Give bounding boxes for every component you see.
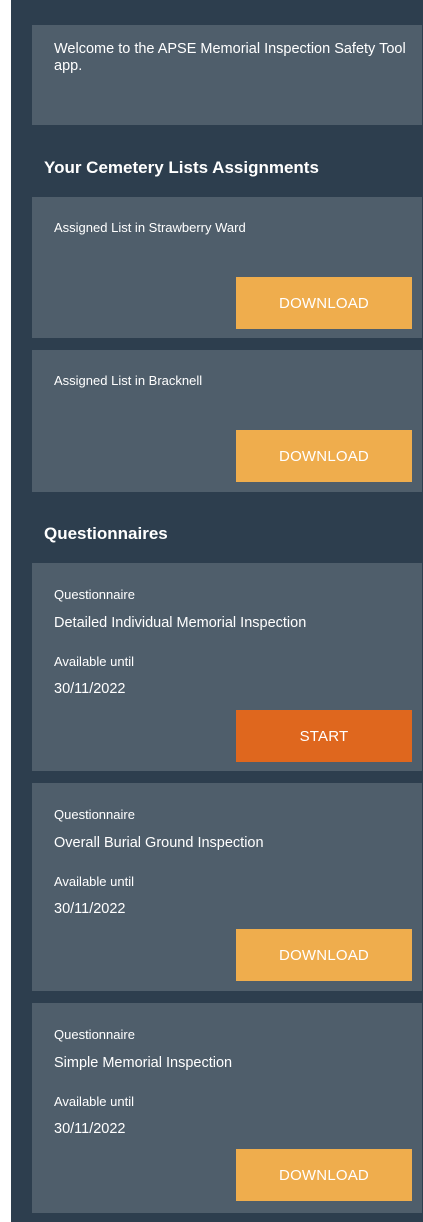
questionnaire-card-detailed-individual: Questionnaire Detailed Individual Memori… bbox=[32, 563, 422, 771]
welcome-card: Welcome to the APSE Memorial Inspection … bbox=[32, 25, 422, 125]
app-screen: Welcome to the APSE Memorial Inspection … bbox=[11, 0, 423, 1222]
questionnaire-type-label: Questionnaire bbox=[54, 1027, 135, 1042]
questionnaire-card-simple-memorial: Questionnaire Simple Memorial Inspection… bbox=[32, 1003, 422, 1213]
availability-label: Available until bbox=[54, 874, 134, 889]
download-button[interactable]: DOWNLOAD bbox=[236, 929, 412, 981]
availability-date: 30/11/2022 bbox=[54, 681, 126, 697]
assignments-heading: Your Cemetery Lists Assignments bbox=[44, 158, 319, 177]
assignment-card-strawberry-ward: Assigned List in Strawberry Ward DOWNLOA… bbox=[32, 197, 422, 338]
download-button[interactable]: DOWNLOAD bbox=[236, 430, 412, 482]
availability-date: 30/11/2022 bbox=[54, 901, 126, 917]
questionnaire-type-label: Questionnaire bbox=[54, 807, 135, 822]
questionnaire-title: Overall Burial Ground Inspection bbox=[54, 835, 264, 851]
assignment-label: Assigned List in Bracknell bbox=[54, 373, 203, 388]
questionnaire-title: Detailed Individual Memorial Inspection bbox=[54, 615, 307, 631]
assignment-card-bracknell: Assigned List in Bracknell DOWNLOAD bbox=[32, 350, 422, 492]
questionnaire-type-label: Questionnaire bbox=[54, 587, 135, 602]
welcome-message: Welcome to the APSE Memorial Inspection … bbox=[54, 41, 406, 74]
start-button[interactable]: START bbox=[236, 710, 412, 762]
availability-label: Available until bbox=[54, 1094, 134, 1109]
assignment-label: Assigned List in Strawberry Ward bbox=[54, 220, 246, 235]
download-button[interactable]: DOWNLOAD bbox=[236, 1149, 412, 1201]
questionnaires-heading: Questionnaires bbox=[44, 524, 168, 543]
questionnaire-card-overall-burial-ground: Questionnaire Overall Burial Ground Insp… bbox=[32, 783, 422, 991]
questionnaire-title: Simple Memorial Inspection bbox=[54, 1055, 233, 1071]
download-button[interactable]: DOWNLOAD bbox=[236, 277, 412, 329]
availability-date: 30/11/2022 bbox=[54, 1121, 126, 1137]
availability-label: Available until bbox=[54, 654, 134, 669]
